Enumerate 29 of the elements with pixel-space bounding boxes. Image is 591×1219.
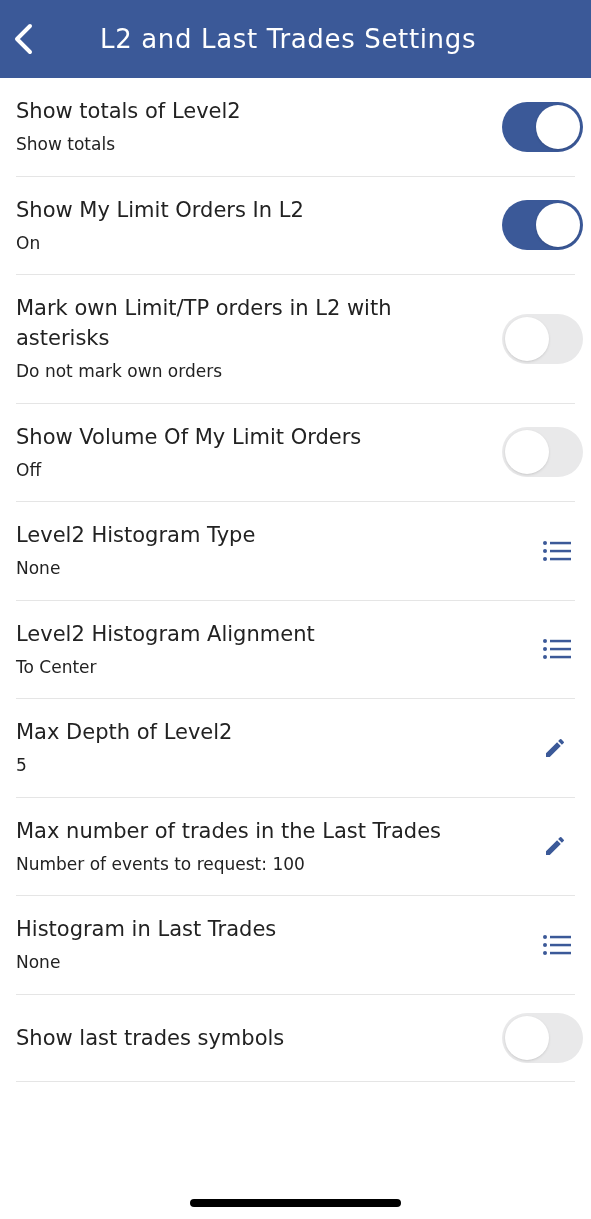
setting-value: Off (16, 458, 43, 482)
toggle-switch[interactable] (502, 1012, 583, 1063)
setting-title: Show last trades symbols (16, 1024, 285, 1052)
list-icon[interactable] (543, 639, 571, 660)
list-icon[interactable] (543, 540, 571, 561)
toggle-switch[interactable] (502, 427, 583, 478)
setting-title: Max Depth of Level2 (16, 719, 233, 746)
setting-value: Do not mark own orders (16, 360, 224, 383)
setting-value: 5 (16, 754, 28, 777)
setting-value: On (16, 231, 42, 255)
setting-title: Show My Limit Orders In L2 (16, 196, 304, 224)
setting-title: Level2 Histogram Alignment (16, 620, 315, 648)
setting-value: Number of events to request: 100 (16, 852, 306, 876)
setting-title: Mark own Limit/TP orders in L2 with asterisks (16, 295, 393, 352)
back-icon[interactable] (12, 23, 34, 55)
setting-value: None (16, 951, 62, 974)
setting-title: Max number of trades in the Last Trades (16, 817, 442, 845)
screen-title: L2 and Last Trades Settings (100, 22, 477, 56)
setting-value: To Center (16, 655, 98, 679)
setting-title: Show totals of Level2 (16, 98, 241, 125)
setting-value: Show totals (16, 133, 116, 156)
toggle-switch[interactable] (502, 313, 583, 364)
setting-title: Show Volume Of My Limit Orders (16, 423, 362, 451)
list-icon[interactable] (543, 934, 571, 955)
toggle-switch[interactable] (502, 200, 583, 251)
setting-title: Histogram in Last Trades (16, 916, 277, 943)
setting-title: Level2 Histogram Type (16, 522, 256, 549)
setting-value: None (16, 557, 62, 580)
toggle-switch[interactable] (502, 101, 583, 152)
